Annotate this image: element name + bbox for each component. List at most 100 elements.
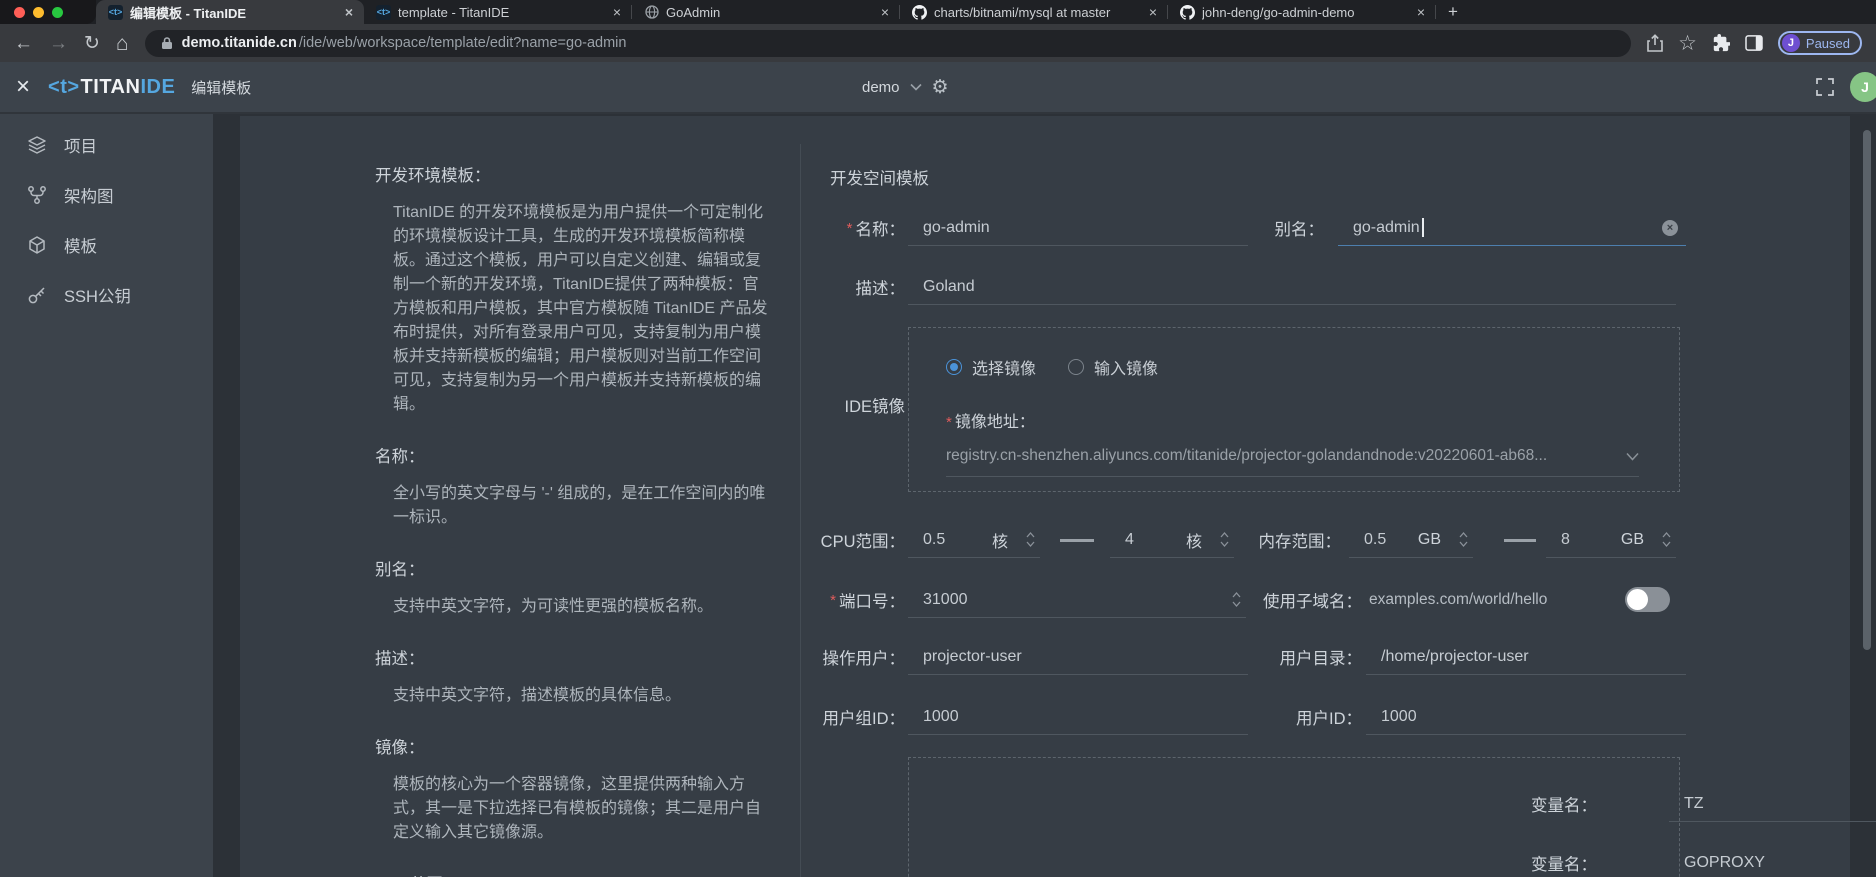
sidebar-item-ssh-keys[interactable]: SSH公钥 bbox=[0, 270, 213, 320]
variable-name-label: 变量名： bbox=[1509, 786, 1597, 822]
chevron-down-icon[interactable] bbox=[1626, 452, 1639, 461]
memory-min-input[interactable]: 0.5 GB bbox=[1349, 522, 1473, 558]
alias-value: go-admin bbox=[1353, 219, 1420, 237]
lock-icon[interactable] bbox=[161, 36, 173, 50]
cpu-min-unit: 核 bbox=[992, 528, 1008, 552]
sidebar-item-label: 模板 bbox=[64, 233, 97, 257]
cpu-max-value: 4 bbox=[1125, 531, 1134, 549]
variable-name-input[interactable]: GOPROXY bbox=[1669, 845, 1876, 877]
alias-input[interactable]: go-admin × bbox=[1338, 210, 1686, 246]
tab-title: GoAdmin bbox=[666, 5, 871, 20]
close-window-button[interactable] bbox=[14, 7, 25, 18]
side-panel-icon[interactable] bbox=[1745, 35, 1763, 51]
select-image-radio[interactable] bbox=[946, 359, 962, 375]
bookmark-star-icon[interactable]: ☆ bbox=[1678, 33, 1697, 54]
tab-close-icon[interactable]: × bbox=[1414, 4, 1428, 20]
reload-icon[interactable]: ↻ bbox=[84, 34, 100, 53]
cube-icon bbox=[27, 235, 47, 255]
tab-template[interactable]: <t> template - TitanIDE × bbox=[364, 0, 632, 24]
back-icon[interactable]: ← bbox=[14, 34, 33, 53]
input-image-radio[interactable] bbox=[1068, 359, 1084, 375]
tab-go-admin-demo[interactable]: john-deng/go-admin-demo × bbox=[1168, 0, 1436, 24]
close-icon[interactable]: × bbox=[16, 75, 30, 99]
maximize-window-button[interactable] bbox=[52, 7, 63, 18]
port-input[interactable]: 31000 bbox=[908, 582, 1246, 618]
logo-ide: IDE bbox=[140, 76, 175, 99]
group-id-value: 1000 bbox=[923, 708, 959, 726]
chevron-down-icon[interactable] bbox=[910, 83, 922, 91]
user-dir-input[interactable]: /home/projector-user bbox=[1366, 639, 1686, 675]
group-id-input[interactable]: 1000 bbox=[908, 699, 1248, 735]
stepper-arrows[interactable] bbox=[1662, 532, 1671, 547]
fullscreen-icon[interactable] bbox=[1816, 78, 1834, 96]
user-avatar[interactable]: J bbox=[1850, 72, 1876, 102]
page-scrollbar[interactable] bbox=[1863, 130, 1871, 650]
titanide-favicon: <t> bbox=[376, 5, 391, 20]
stepper-arrows[interactable] bbox=[1459, 532, 1468, 547]
toggle-knob bbox=[1627, 589, 1648, 610]
sidebar-item-architecture[interactable]: 架构图 bbox=[0, 170, 213, 220]
memory-min-value: 0.5 bbox=[1364, 531, 1386, 549]
user-id-input[interactable]: 1000 bbox=[1366, 699, 1686, 735]
forward-icon[interactable]: → bbox=[49, 34, 68, 53]
sidebar-item-projects[interactable]: 项目 bbox=[0, 120, 213, 170]
tab-close-icon[interactable]: × bbox=[1146, 4, 1160, 20]
memory-max-input[interactable]: 8 GB bbox=[1546, 522, 1676, 558]
variable-name-input[interactable]: TZ bbox=[1669, 786, 1876, 822]
address-bar[interactable]: demo.titanide.cn/ide/web/workspace/templ… bbox=[145, 30, 1631, 57]
gear-icon[interactable]: ⚙ bbox=[932, 76, 949, 99]
help-section-title: 别名： bbox=[375, 556, 773, 580]
key-icon bbox=[27, 285, 47, 305]
tab-close-icon[interactable]: × bbox=[878, 4, 892, 20]
stepper-arrows[interactable] bbox=[1026, 532, 1035, 547]
extensions-puzzle-icon[interactable] bbox=[1712, 34, 1730, 52]
name-alias-row: 名称： go-admin 别名： go-admin × bbox=[240, 210, 1850, 246]
form-heading: 开发空间模板 bbox=[830, 165, 929, 189]
profile-avatar: J bbox=[1782, 34, 1800, 52]
github-icon bbox=[912, 5, 927, 20]
tab-close-icon[interactable]: × bbox=[610, 4, 624, 20]
browser-tab-strip: <t> 编辑模板 - TitanIDE × <t> template - Tit… bbox=[0, 0, 1876, 24]
alias-label: 别名： bbox=[1200, 210, 1324, 246]
window-controls bbox=[0, 0, 96, 24]
op-user-label: 操作用户： bbox=[780, 639, 905, 675]
tab-edit-template[interactable]: <t> 编辑模板 - TitanIDE × bbox=[96, 0, 364, 24]
cpu-min-input[interactable]: 0.5 核 bbox=[908, 522, 1040, 558]
description-value: Goland bbox=[923, 278, 975, 296]
select-image-radio-label: 选择镜像 bbox=[972, 355, 1036, 379]
port-value: 31000 bbox=[923, 591, 968, 609]
ide-image-label: IDE镜像 bbox=[780, 387, 905, 423]
minimize-window-button[interactable] bbox=[33, 7, 44, 18]
browser-profile-button[interactable]: J Paused bbox=[1778, 31, 1862, 55]
tab-goadmin[interactable]: GoAdmin × bbox=[632, 0, 900, 24]
op-user-input[interactable]: projector-user bbox=[908, 639, 1248, 675]
sidebar-item-templates[interactable]: 模板 bbox=[0, 220, 213, 270]
memory-max-unit: GB bbox=[1621, 531, 1644, 549]
variables-group: 变量名： TZ 变量值： Asia/Shanghai 变量名： GOPROXY … bbox=[908, 757, 1680, 877]
subdomain-toggle[interactable] bbox=[1625, 587, 1670, 612]
globe-icon bbox=[644, 5, 659, 20]
sidebar-item-label: 项目 bbox=[64, 133, 97, 157]
user-row: 操作用户： projector-user 用户目录： /home/project… bbox=[240, 639, 1850, 675]
home-icon[interactable]: ⌂ bbox=[116, 33, 129, 54]
variable-name-value: GOPROXY bbox=[1684, 854, 1765, 872]
tab-close-icon[interactable]: × bbox=[342, 4, 356, 20]
titanide-favicon: <t> bbox=[108, 5, 123, 20]
clear-icon[interactable]: × bbox=[1662, 220, 1678, 236]
name-input[interactable]: go-admin bbox=[908, 210, 1248, 246]
share-icon[interactable] bbox=[1647, 34, 1663, 52]
column-divider bbox=[800, 144, 801, 877]
new-tab-button[interactable]: + bbox=[1436, 0, 1470, 24]
cpu-min-value: 0.5 bbox=[923, 531, 945, 549]
image-address-select[interactable]: registry.cn-shenzhen.aliyuncs.com/titani… bbox=[946, 447, 1639, 477]
image-mode-radios: 选择镜像 输入镜像 bbox=[946, 355, 1639, 379]
ids-row: 用户组ID： 1000 用户ID： 1000 bbox=[240, 699, 1850, 735]
image-address-label: 镜像地址： bbox=[946, 408, 1639, 432]
github-icon bbox=[1180, 5, 1195, 20]
page-title: 编辑模板 bbox=[191, 77, 251, 98]
description-input[interactable]: Goland bbox=[908, 269, 1676, 305]
environment-selector[interactable]: demo bbox=[862, 79, 900, 96]
description-row: 描述： Goland bbox=[240, 269, 1850, 305]
toolbar-actions: ☆ J Paused bbox=[1647, 31, 1862, 55]
tab-charts-bitnami-mysql[interactable]: charts/bitnami/mysql at master × bbox=[900, 0, 1168, 24]
